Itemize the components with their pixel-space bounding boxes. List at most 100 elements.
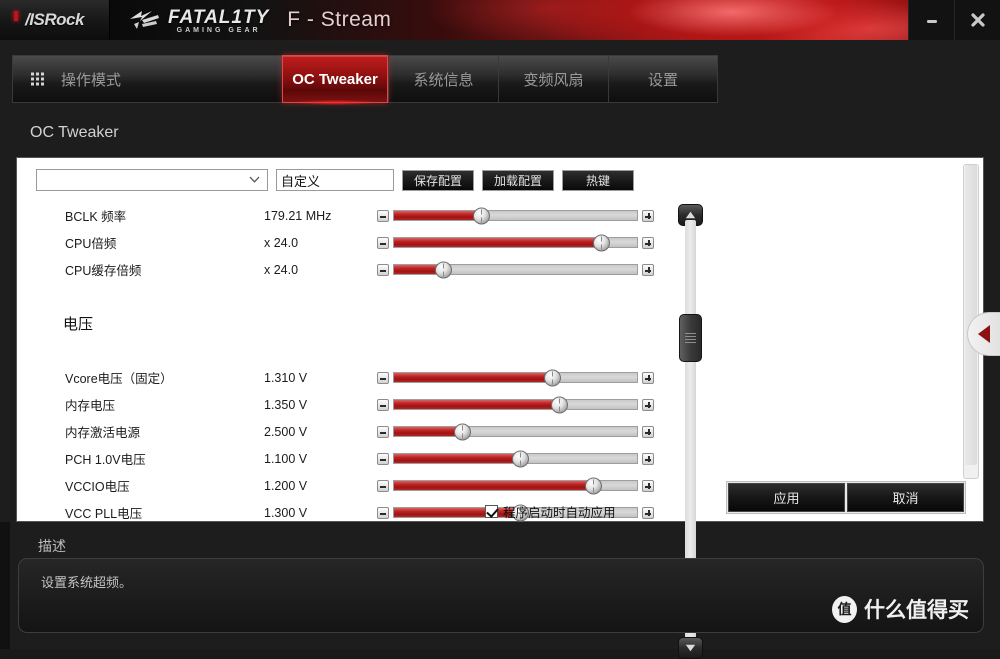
cancel-button[interactable]: 取消	[847, 483, 964, 512]
setting-value: 1.310 V	[264, 370, 308, 385]
plus-icon[interactable]	[642, 398, 654, 411]
slider-track[interactable]	[393, 234, 638, 251]
slider-knob[interactable]	[551, 396, 569, 413]
fatality-wordmark: FATAL1TY GAMING GEAR	[168, 7, 269, 34]
setting-label: 内存激活电源	[65, 426, 141, 440]
slider-track[interactable]	[393, 207, 638, 224]
plus-icon[interactable]	[642, 506, 654, 519]
slider-track[interactable]	[393, 477, 638, 494]
fatality-main-text: FATAL1TY	[168, 6, 270, 28]
fatality-logo: FATAL1TY GAMING GEAR	[128, 7, 269, 34]
setting-value: 179.21 MHz	[264, 208, 332, 223]
plus-icon[interactable]	[642, 452, 654, 465]
setting-slider[interactable]	[377, 369, 654, 386]
row-spacer	[17, 283, 665, 310]
setting-label: 内存电压	[65, 399, 116, 413]
profile-select[interactable]	[36, 169, 268, 191]
hotkey-button[interactable]: 热键	[562, 169, 634, 191]
oc-tweaker-panel: 自定义 保存配置 加载配置 热键 BCLK 频率 179.21 MHz CPU倍…	[16, 157, 984, 659]
setting-label: VCC PLL电压	[65, 507, 143, 521]
profile-toolbar: 自定义 保存配置 加载配置 热键	[36, 169, 634, 191]
tab-oc-tweaker-label: OC Tweaker	[292, 70, 378, 88]
setting-value: 1.200 V	[264, 478, 308, 493]
apply-button[interactable]: 应用	[728, 483, 845, 512]
slider-fill	[394, 373, 552, 382]
plus-icon[interactable]	[642, 371, 654, 384]
plus-icon[interactable]	[642, 236, 654, 249]
watermark-badge: 值	[832, 595, 857, 623]
slider-knob[interactable]	[454, 423, 472, 440]
tab-settings-label: 设置	[647, 71, 678, 89]
minus-icon[interactable]	[377, 236, 389, 249]
load-profile-button[interactable]: 加载配置	[482, 169, 554, 191]
window-controls	[908, 0, 1000, 40]
setting-row-dram-voltage: 内存电压 1.350 V	[17, 391, 665, 418]
slider-knob[interactable]	[512, 450, 530, 467]
section-heading-voltage: 电压	[63, 316, 94, 333]
tab-settings[interactable]: 设置	[608, 55, 718, 103]
auto-apply-checkbox[interactable]: 程序启动时自动应用	[485, 502, 616, 521]
slider-knob[interactable]	[473, 207, 491, 224]
tab-fan-tuning[interactable]: 变频风扇	[498, 55, 608, 103]
chevron-down-icon	[249, 176, 260, 183]
setting-row-cpu-cache-ratio: CPU缓存倍频 x 24.0	[17, 256, 665, 283]
setting-slider[interactable]	[377, 450, 654, 467]
setting-value: x 24.0	[264, 235, 299, 250]
fatality-banner: FATAL1TY GAMING GEAR F - Stream	[110, 0, 908, 40]
close-button[interactable]	[954, 0, 1000, 40]
slider-fill	[394, 400, 560, 409]
slider-track[interactable]	[393, 369, 638, 386]
plus-icon[interactable]	[642, 425, 654, 438]
close-icon	[970, 13, 985, 27]
slider-track[interactable]	[393, 261, 638, 278]
minus-icon[interactable]	[377, 479, 389, 492]
setting-label: CPU缓存倍频	[65, 264, 142, 278]
slider-fill	[394, 481, 594, 490]
plus-icon[interactable]	[642, 479, 654, 492]
minus-icon[interactable]	[377, 398, 389, 411]
minimize-button[interactable]	[908, 0, 954, 40]
plus-icon[interactable]	[642, 263, 654, 276]
tab-system-info[interactable]: 系统信息	[388, 55, 498, 103]
slider-knob[interactable]	[585, 477, 603, 494]
slider-track[interactable]	[393, 423, 638, 440]
setting-label: CPU倍频	[65, 237, 117, 251]
tab-oc-tweaker[interactable]: OC Tweaker	[282, 55, 388, 105]
watermark-text: 什么值得买	[864, 599, 969, 622]
setting-slider[interactable]	[377, 423, 654, 440]
minus-icon[interactable]	[377, 452, 389, 465]
setting-row-bclk: BCLK 频率 179.21 MHz	[17, 202, 665, 229]
setting-slider[interactable]	[377, 396, 654, 413]
tab-system-info-label: 系统信息	[413, 71, 474, 89]
triangle-up-icon	[685, 211, 696, 219]
description-bullet-icon	[14, 11, 18, 21]
scrollbar-thumb[interactable]	[679, 314, 702, 362]
triangle-left-icon	[978, 325, 990, 343]
watermark: 值 什么值得买	[832, 594, 969, 624]
panel-scrollbar-thumb[interactable]	[965, 165, 977, 465]
minus-icon[interactable]	[377, 506, 389, 519]
minimize-icon	[926, 20, 937, 23]
slider-track[interactable]	[393, 450, 638, 467]
setting-slider[interactable]	[377, 207, 654, 224]
save-profile-button[interactable]: 保存配置	[402, 169, 474, 191]
slider-knob[interactable]	[592, 234, 610, 251]
setting-label: BCLK 频率	[65, 210, 127, 224]
fstream-window: /ISRock FATAL1TY GAMING GEAR F - Stream	[0, 0, 1000, 659]
scroll-down-button[interactable]	[678, 637, 703, 659]
setting-slider[interactable]	[377, 261, 654, 278]
minus-icon[interactable]	[377, 209, 389, 222]
slider-knob[interactable]	[434, 261, 452, 278]
checkbox-checked-icon[interactable]	[485, 505, 498, 518]
minus-icon[interactable]	[377, 425, 389, 438]
setting-slider[interactable]	[377, 477, 654, 494]
plus-icon[interactable]	[642, 209, 654, 222]
setting-slider[interactable]	[377, 234, 654, 251]
slider-track[interactable]	[393, 396, 638, 413]
tab-operation-mode[interactable]: 操作模式	[12, 55, 282, 103]
settings-list: BCLK 频率 179.21 MHz CPU倍频 x 24.0 CPU缓存倍频 …	[17, 202, 665, 526]
minus-icon[interactable]	[377, 263, 389, 276]
slider-knob[interactable]	[543, 369, 561, 386]
profile-name-input[interactable]: 自定义	[276, 169, 394, 191]
minus-icon[interactable]	[377, 371, 389, 384]
